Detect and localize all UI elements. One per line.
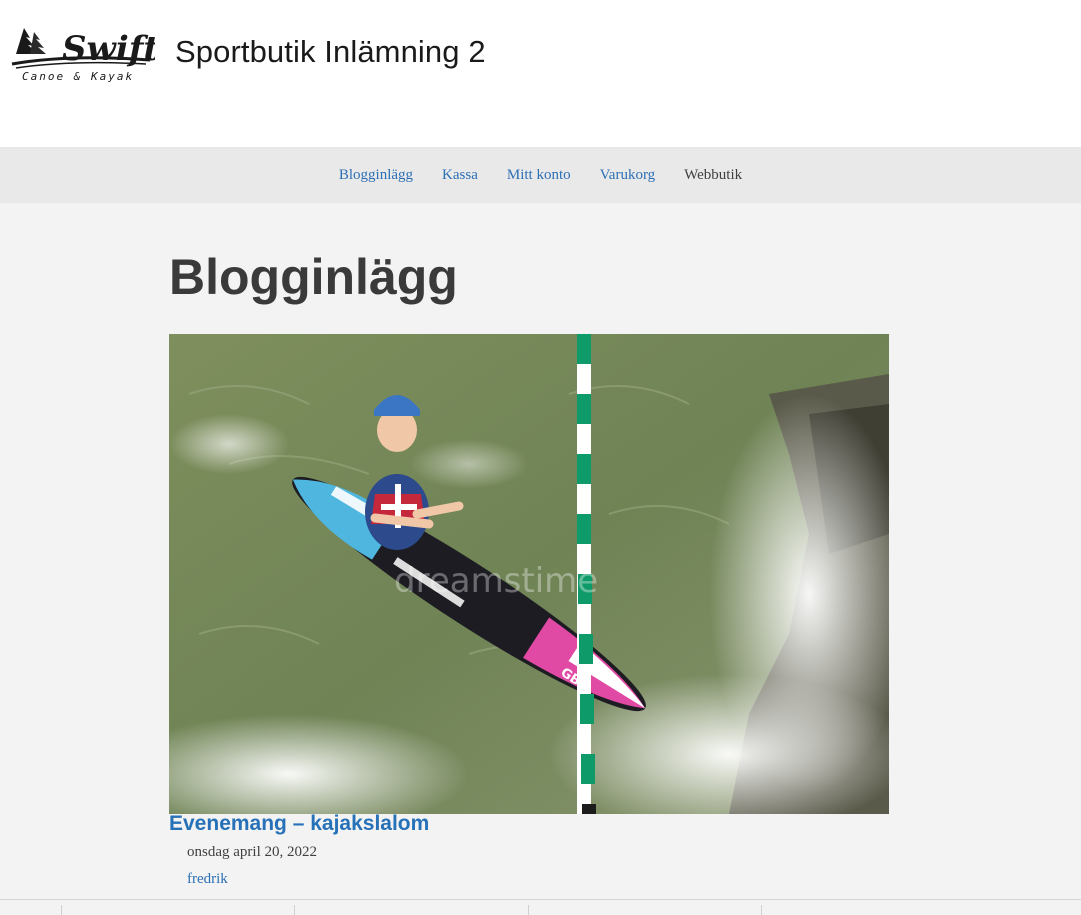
main-navigation: Blogginlägg Kassa Mitt konto Varukorg We…	[0, 147, 1081, 203]
post-author-link[interactable]: fredrik	[187, 871, 228, 888]
nav-item-blogginlagg[interactable]: Blogginlägg	[339, 167, 413, 184]
post-date: onsdag april 20, 2022	[187, 844, 317, 860]
post-title-link[interactable]: Evenemang – kajakslalom	[169, 812, 429, 836]
footer-column-divider	[294, 905, 295, 915]
image-watermark: dreamstime	[394, 561, 598, 601]
site-title[interactable]: Sportbutik Inlämning 2	[175, 34, 486, 70]
logo-subtext: Canoe & Kayak	[22, 70, 134, 83]
footer-column-divider	[528, 905, 529, 915]
post-featured-image[interactable]: GBR dreamstime	[169, 334, 889, 814]
nav-item-mitt-konto[interactable]: Mitt konto	[507, 167, 571, 184]
footer-divider	[0, 899, 1081, 900]
nav-item-kassa[interactable]: Kassa	[442, 167, 478, 184]
nav-item-varukorg[interactable]: Varukorg	[600, 167, 656, 184]
site-header: Swift Canoe & Kayak Sportbutik Inlämning…	[0, 0, 1081, 147]
swift-logo[interactable]: Swift Canoe & Kayak	[10, 24, 159, 84]
footer-column-divider	[61, 905, 62, 915]
page-title: Blogginlägg	[169, 249, 458, 305]
footer-column-divider	[761, 905, 762, 915]
nav-item-webbutik[interactable]: Webbutik	[684, 167, 742, 184]
logo-text: Swift	[62, 29, 155, 69]
